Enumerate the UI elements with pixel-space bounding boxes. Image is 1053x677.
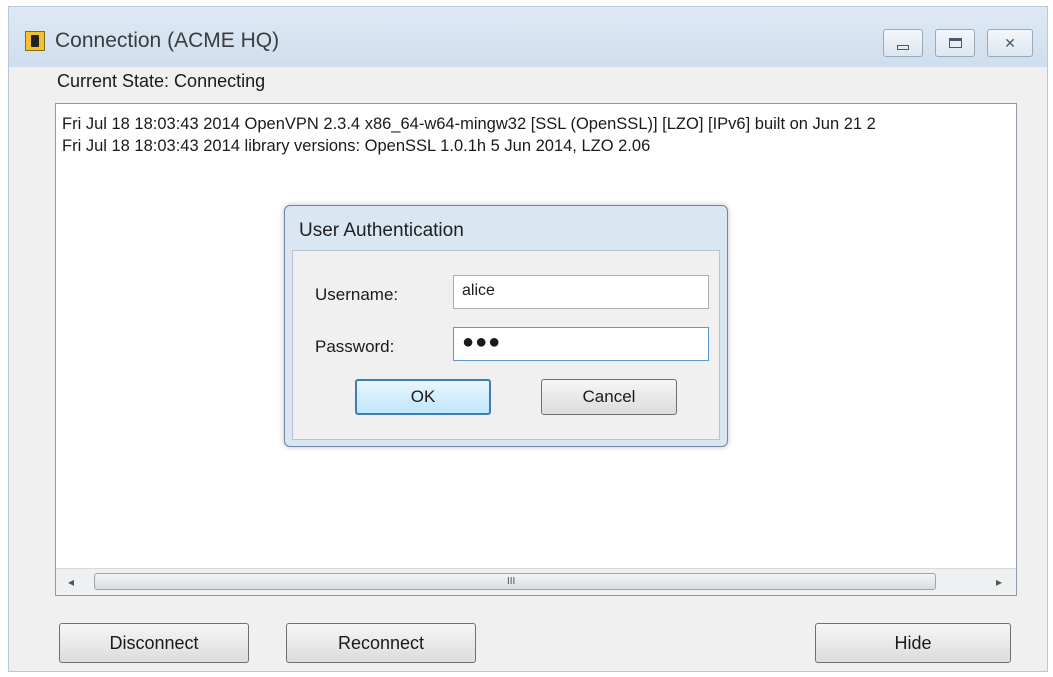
close-button[interactable]: ✕ [987,29,1033,57]
log-line: Fri Jul 18 18:03:43 2014 OpenVPN 2.3.4 x… [62,115,876,133]
username-field[interactable]: alice [453,275,709,309]
minimize-button[interactable] [883,29,923,57]
window-title: Connection (ACME HQ) [55,29,280,52]
password-field[interactable]: ●●● [453,327,709,361]
grip-icon: III [507,576,516,587]
scroll-left-icon[interactable]: ◂ [68,575,74,589]
title-bar[interactable]: Connection (ACME HQ) ✕ [9,7,1047,67]
maximize-icon [948,38,962,48]
password-label: Password: [315,337,395,356]
horizontal-scrollbar[interactable]: ◂ III ▸ [56,568,1016,595]
log-line: Fri Jul 18 18:03:43 2014 library version… [62,137,651,155]
scroll-right-icon[interactable]: ▸ [996,575,1002,589]
reconnect-button[interactable]: Reconnect [286,623,476,663]
dialog-title: User Authentication [299,220,464,241]
ok-button[interactable]: OK [355,379,491,415]
close-icon: ✕ [1004,34,1016,51]
minimize-icon [897,44,909,50]
cancel-button[interactable]: Cancel [541,379,677,415]
hide-button[interactable]: Hide [815,623,1011,663]
openvpn-icon [25,31,45,51]
scrollbar-thumb[interactable]: III [94,573,936,590]
connection-state: Current State: Connecting [57,71,266,91]
maximize-button[interactable] [935,29,975,57]
dialog-body: Username: alice Password: ●●● OK Cancel [292,250,720,440]
disconnect-button[interactable]: Disconnect [59,623,249,663]
user-authentication-dialog: User Authentication Username: alice Pass… [284,205,728,447]
username-label: Username: [315,285,399,304]
